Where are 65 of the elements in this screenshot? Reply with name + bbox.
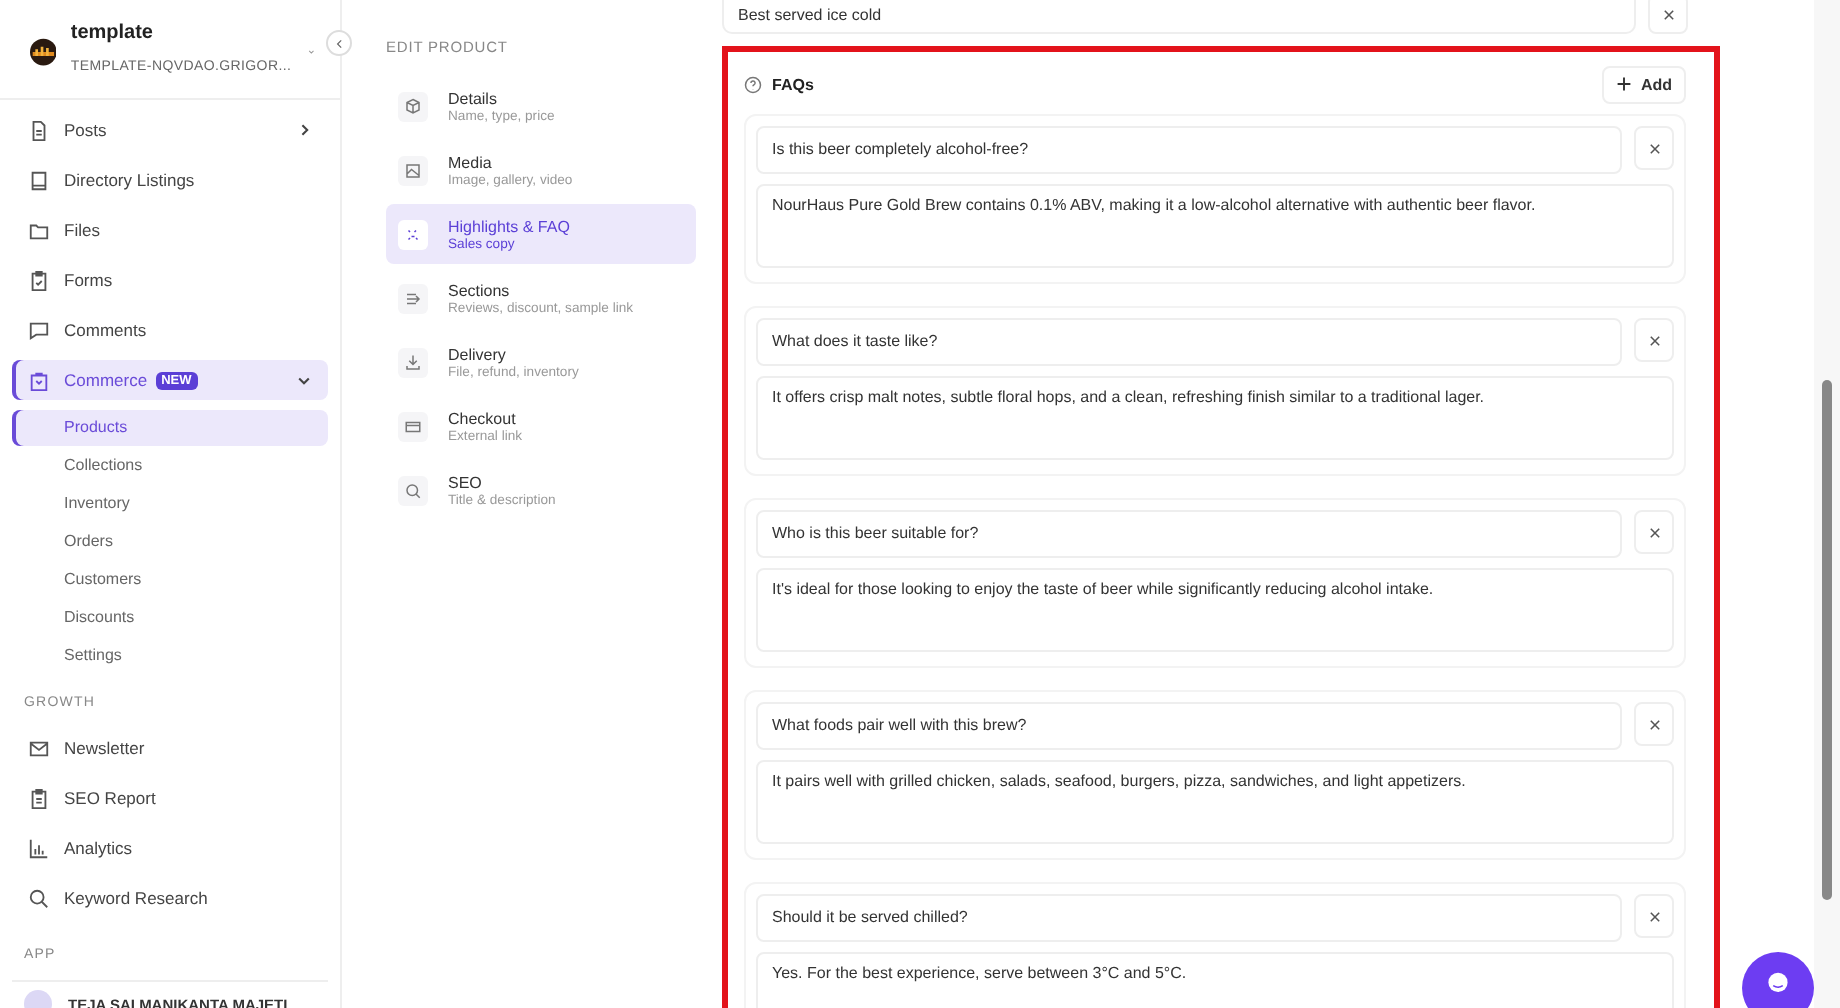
chevron-down-icon (296, 372, 312, 388)
sidebar-item[interactable]: Posts (12, 110, 328, 150)
cube-icon (398, 91, 428, 121)
add-button[interactable]: Add (1602, 65, 1686, 103)
sidebar-subitem[interactable]: Collections (12, 448, 328, 484)
sidebar-item[interactable]: Directory Listings (12, 160, 328, 200)
close-icon (1661, 7, 1675, 21)
question-field[interactable]: What foods pair well with this brew? (756, 702, 1622, 750)
workspace-name: template (70, 22, 155, 44)
remove-button[interactable] (1634, 894, 1674, 938)
sidebar-item[interactable]: Keyword Research (12, 878, 328, 918)
sidebar-subitem[interactable]: Settings (12, 638, 328, 674)
question-field[interactable]: Should it be served chilled? (756, 894, 1622, 942)
answer-field[interactable]: Yes. For the best experience, serve between 3°C and 5°C. (756, 952, 1674, 1008)
bag-icon (28, 369, 50, 391)
sidebar-item[interactable]: SEO Report (12, 778, 328, 818)
close-icon (1647, 141, 1661, 155)
sidebar-subitem[interactable]: Products (12, 410, 328, 446)
chevron-right-icon (296, 122, 312, 138)
clipboard-icon (28, 787, 50, 809)
text-field[interactable]: Best served ice cold (722, 0, 1636, 34)
speech-bubble-icon (28, 319, 50, 341)
remove-button[interactable] (1634, 702, 1674, 746)
question-field[interactable]: Is this beer completely alcohol-free? (756, 126, 1622, 174)
close-icon (1647, 909, 1661, 923)
bar-chart-icon (28, 837, 50, 859)
scrollbar[interactable] (1814, 0, 1840, 1008)
close-icon (1647, 717, 1661, 731)
book-icon (28, 169, 50, 191)
image-icon (398, 155, 428, 185)
download-icon (398, 347, 428, 377)
question-field[interactable]: Who is this beer suitable for? (756, 510, 1622, 558)
collapse-button[interactable] (326, 30, 352, 56)
sidebar-item[interactable]: Comments (12, 310, 328, 350)
clipboard-icon (28, 269, 50, 291)
question-field[interactable]: What does it taste like? (756, 318, 1622, 366)
sidebar-subitem[interactable]: Customers (12, 562, 328, 598)
remove-button[interactable] (1634, 510, 1674, 554)
answer-field[interactable]: NourHaus Pure Gold Brew contains 0.1% ABV, making it a low-alcohol alternative with authentic beer flavor. (756, 184, 1674, 268)
remove-button[interactable] (1648, 0, 1688, 34)
sidebar-subitem[interactable]: Orders (12, 524, 328, 560)
sidebar-item[interactable]: Files (12, 210, 328, 250)
answer-field[interactable]: It offers crisp malt notes, subtle floral hops, and a clean, refreshing finish similar to a traditional lager. (756, 376, 1674, 460)
envelope-icon (28, 737, 50, 759)
folder-icon (28, 219, 50, 241)
question-circle-icon (744, 75, 762, 93)
document-icon (28, 119, 50, 141)
faq-title: FAQs (772, 75, 814, 93)
close-icon (1647, 525, 1661, 539)
plus-icon (1616, 76, 1633, 92)
sidebar-subitem[interactable]: Inventory (12, 486, 328, 522)
sidebar-item[interactable]: Forms (12, 260, 328, 300)
chevron-left-icon (333, 37, 345, 49)
remove-button[interactable] (1634, 126, 1674, 170)
answer-field[interactable]: It pairs well with grilled chicken, salads, seafood, burgers, pizza, sandwiches, and light appetizers. (756, 760, 1674, 844)
chat-button[interactable] (1742, 952, 1814, 1008)
sidebar-item[interactable]: Newsletter (12, 728, 328, 768)
answer-field[interactable]: It's ideal for those looking to enjoy the taste of beer while significantly reducing alcohol intake. (756, 568, 1674, 652)
search-icon (398, 475, 428, 505)
card-icon (398, 411, 428, 441)
close-icon (1647, 333, 1661, 347)
remove-button[interactable] (1634, 318, 1674, 362)
search-icon (28, 887, 50, 909)
sidebar-item[interactable]: Analytics (12, 828, 328, 868)
sidebar-subitem[interactable]: Discounts (12, 600, 328, 636)
